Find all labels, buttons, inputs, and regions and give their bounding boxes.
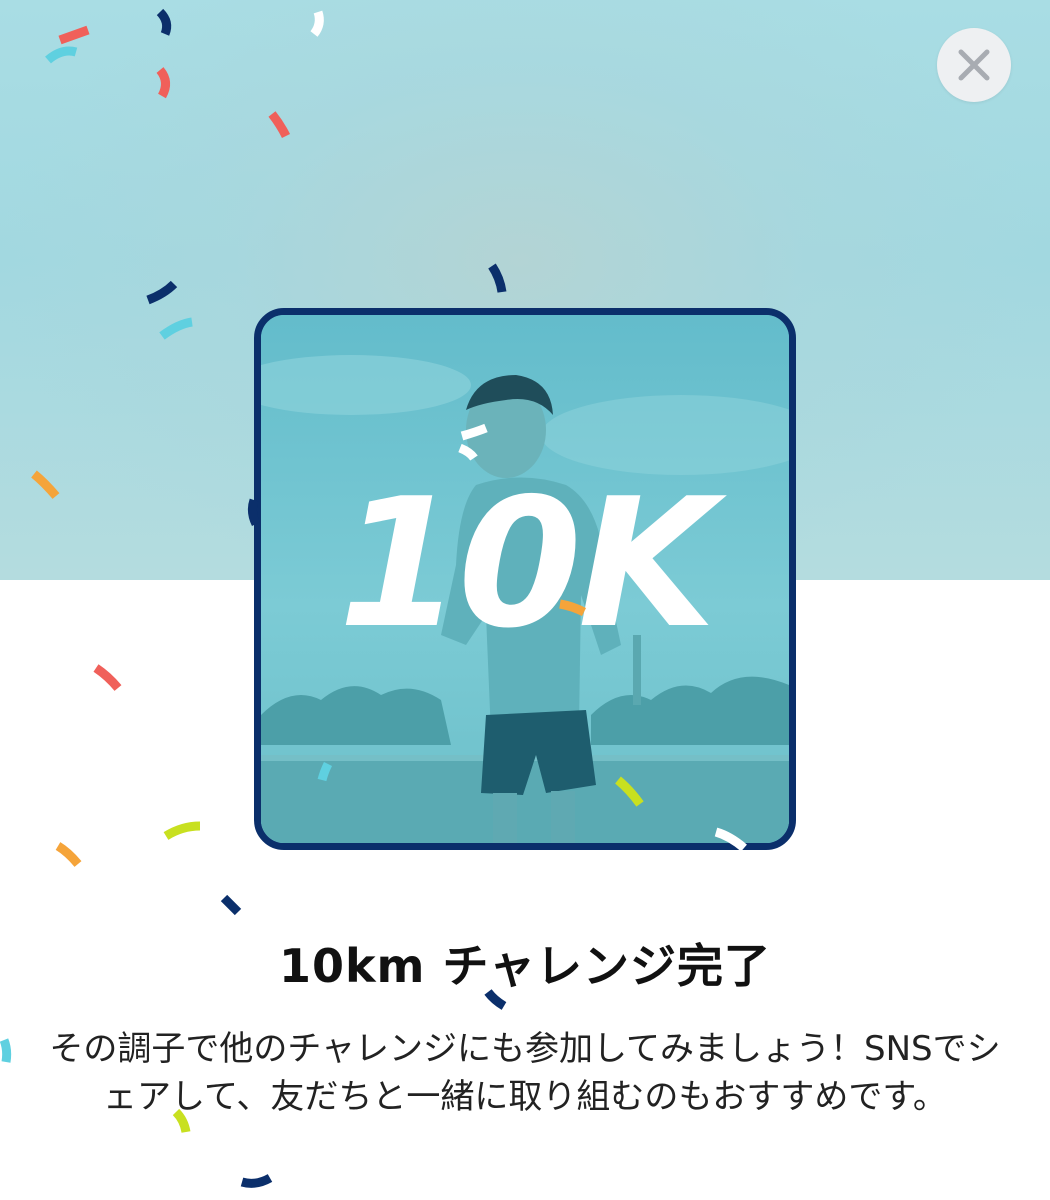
badge-label: 10K bbox=[338, 460, 716, 667]
close-button[interactable] bbox=[937, 28, 1011, 102]
page-title: 10km チャレンジ完了 bbox=[278, 939, 772, 993]
challenge-badge: 10K bbox=[254, 308, 796, 850]
description-text: その調子で他のチャレンジにも参加してみましょう！SNSでシェアして、友だちと一緒… bbox=[49, 1029, 1001, 1117]
close-icon bbox=[958, 49, 990, 81]
challenge-complete-screen: 10K 10km チャレンジ完了 その調子で他のチャレンジにも参加してみましょう… bbox=[0, 0, 1050, 1200]
